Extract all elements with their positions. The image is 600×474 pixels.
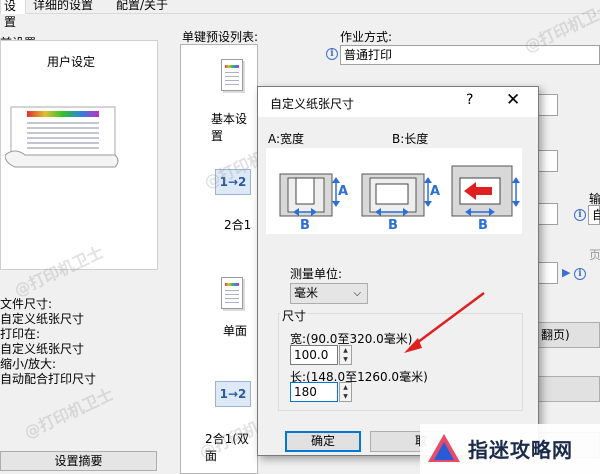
basic-settings-icon: [221, 59, 243, 91]
mark-b-3: B: [478, 218, 488, 233]
length-stepper[interactable]: ▲ ▼: [339, 382, 352, 402]
user-setting-title: 用户设定: [47, 55, 96, 69]
brand-name: 指迷攻略网: [468, 438, 573, 462]
tab-settings[interactable]: 设置: [0, 0, 26, 29]
info-icon-3: i: [574, 268, 586, 280]
ok-button[interactable]: 确定: [285, 431, 361, 452]
tab-detailed-settings[interactable]: 详细的设置: [30, 0, 96, 14]
step-down-icon[interactable]: ▼: [340, 392, 351, 401]
user-settings-preview: 用户设定: [0, 40, 158, 270]
length-caption: B:长度: [392, 132, 429, 146]
brand-badge: 指迷攻略网: [420, 424, 600, 474]
settings-summary-text: 文件尺寸: 自定义纸张尺寸 打印在: 自定义纸张尺寸 缩小/放大: 自动配合打印…: [0, 297, 96, 387]
info-icon-2: i: [574, 209, 586, 221]
right-button-2[interactable]: [538, 376, 600, 402]
page-label: 页: [589, 248, 600, 262]
play-arrow-icon[interactable]: ▶: [562, 266, 570, 279]
paper-size-label: 文件尺寸:: [0, 297, 53, 311]
mark-a-1: A: [338, 184, 348, 199]
mark-a-2: A: [430, 184, 440, 199]
chevron-down-icon: ⌵: [353, 288, 361, 299]
length-input[interactable]: 180: [290, 382, 338, 402]
print-on-value: 自定义纸张尺寸: [0, 342, 85, 356]
mark-b-2: B: [388, 218, 398, 233]
settings-summary-button[interactable]: 设置摘要: [0, 451, 157, 471]
preset-list-label: 单键预设列表:: [182, 30, 259, 44]
dropdown-arrow-1[interactable]: [538, 94, 558, 116]
preset-list[interactable]: 基本设置 1→2 2合1 单面 1→2 2合1(双面: [180, 44, 258, 474]
dialog-titlebar: 自定义纸张尺寸 ? ✕: [258, 87, 538, 117]
dropdown-arrow-3[interactable]: [538, 203, 558, 225]
tab-config-about[interactable]: 配置/关于: [113, 0, 171, 14]
preset-item-2in1[interactable]: 2合1: [224, 216, 251, 233]
mark-b-1: B: [300, 218, 310, 233]
dialog-title: 自定义纸张尺寸: [270, 97, 355, 111]
unit-label: 测量单位:: [290, 267, 343, 281]
job-type-label: 作业方式:: [340, 30, 393, 44]
print-on-label: 打印在:: [0, 327, 41, 341]
width-stepper[interactable]: ▲ ▼: [339, 345, 352, 365]
preset-item-single[interactable]: 单面: [223, 322, 247, 339]
dropdown-arrow-4[interactable]: [538, 262, 558, 284]
step-up-icon[interactable]: ▲: [340, 383, 351, 392]
red-arrow-icon: [404, 291, 485, 353]
close-icon[interactable]: ✕: [506, 90, 520, 110]
width-caption: A:宽度: [268, 132, 305, 146]
brand-logo-icon: [428, 434, 460, 462]
flip-page-button[interactable]: 翻页): [538, 322, 600, 348]
watermark: @打印机卫士: [21, 384, 117, 443]
job-type-select[interactable]: 普通打印: [340, 45, 600, 65]
paper-orientation-diagram: A B A B B: [266, 148, 522, 234]
output-select[interactable]: 自: [588, 205, 600, 225]
paper-size-value: 自定义纸张尺寸: [0, 312, 85, 326]
two-in-one-duplex-icon: 1→2: [215, 381, 251, 407]
scale-label: 缩小/放大:: [0, 357, 57, 371]
size-group-title: 尺寸: [280, 307, 309, 324]
printer-preview-icon: [5, 106, 119, 168]
info-icon: i: [326, 48, 338, 60]
preset-item-basic[interactable]: 基本设置: [211, 110, 257, 144]
custom-paper-size-dialog: 自定义纸张尺寸 ? ✕ A:宽度 B:长度 A B A B B 测量单位: 毫米…: [257, 86, 539, 456]
unit-select[interactable]: 毫米 ⌵: [290, 283, 368, 304]
help-icon[interactable]: ?: [466, 92, 473, 108]
unit-select-value: 毫米: [294, 286, 319, 300]
width-input[interactable]: 100.0: [290, 345, 338, 365]
tab-bar: 设置 详细的设置 配置/关于: [0, 0, 600, 29]
single-side-icon: [221, 277, 243, 309]
step-down-icon[interactable]: ▼: [340, 355, 351, 364]
paper-feed-diagram-icon: A B A B B: [279, 165, 520, 233]
scale-value: 自动配合打印尺寸: [0, 372, 97, 386]
dropdown-arrow-2[interactable]: [538, 150, 558, 172]
step-up-icon[interactable]: ▲: [340, 346, 351, 355]
